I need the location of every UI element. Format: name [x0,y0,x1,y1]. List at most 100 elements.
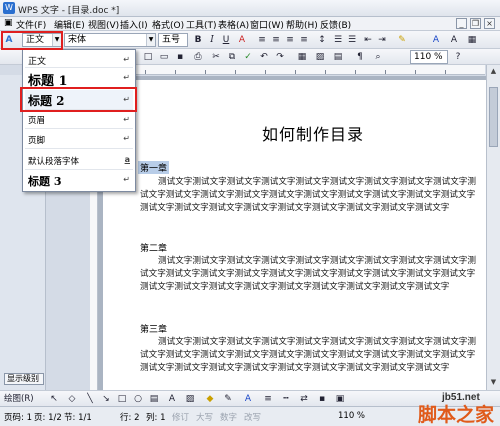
chapter-body-2[interactable]: 测试文字测试文字测试文字测试文字测试文字测试文字测试文字测试文字测试文字测试文字… [140,255,480,294]
ruler-tick [235,70,236,74]
italic-button[interactable]: I [206,34,218,46]
3d-icon[interactable]: ▣ [334,393,346,405]
minimize-icon[interactable]: _ [456,18,467,29]
dash-style-icon[interactable]: ┅ [280,393,292,405]
chapter-heading-3[interactable]: 第三章 [140,322,167,335]
restore-icon[interactable]: ❐ [470,18,481,29]
status-row: 行: 2 [120,413,140,423]
status-zoom[interactable]: 110 % [338,411,365,421]
shadow-icon[interactable]: ▪ [316,393,328,405]
open-icon[interactable]: ▭ [158,51,170,63]
style-item-normal[interactable]: 正文 ↵ [25,52,133,68]
zoom-combo[interactable]: 110 % [410,50,448,64]
status-revision[interactable]: 修订 [172,411,189,423]
decrease-indent-icon[interactable]: ⇤ [362,34,374,46]
close-icon[interactable]: × [484,18,495,29]
line-color-icon[interactable]: ✎ [222,393,234,405]
arrow-icon[interactable]: ↘ [100,393,112,405]
line-style-icon[interactable]: ≡ [262,393,274,405]
menu-edit[interactable]: 编辑(E) [52,18,87,31]
border-icon[interactable]: ▦ [466,34,478,46]
app-menu-icon[interactable]: ▣ [2,18,15,28]
select-pointer-icon[interactable]: ↖ [48,393,60,405]
ellipse-icon[interactable]: ○ [132,393,144,405]
increase-indent-icon[interactable]: ⇥ [376,34,388,46]
ruler-tick [415,70,416,74]
menu-window[interactable]: 窗口(W) [248,18,286,31]
size-combo[interactable]: 五号 [158,33,188,47]
autoshape-icon[interactable]: ◇ [66,393,78,405]
style-item-heading-3[interactable]: 标题 3 ↵ [25,171,133,190]
style-dropdown-list: 正文 ↵ 标题 1 ↵ 标题 2 ↵ 页眉 ↵ 页脚 ↵ 默认段落字体 a 标题… [22,49,136,192]
ruler-tick [205,70,206,74]
horizontal-ruler[interactable] [135,65,485,75]
insert-picture-icon[interactable]: ▨ [184,393,196,405]
font-color-button[interactable]: A [430,34,442,46]
status-overwrite[interactable]: 改写 [244,411,261,423]
watermark-logo: jb51.net 脚本之家 [418,392,495,426]
wordart-icon[interactable]: A [166,393,178,405]
char-shading-icon[interactable]: A [448,34,460,46]
help-icon[interactable]: ? [452,51,464,63]
fill-color-icon[interactable]: ◆ [204,393,216,405]
menu-feedback[interactable]: 反馈(B) [318,18,353,31]
new-doc-icon[interactable]: □ [142,51,154,63]
align-center-icon[interactable]: ≡ [270,34,282,46]
show-level-button[interactable]: 显示级别 [4,373,44,385]
menu-file[interactable]: 文件(F) [14,18,48,31]
justify-icon[interactable]: ≡ [298,34,310,46]
image-icon[interactable]: ▨ [314,51,326,63]
style-item-footer[interactable]: 页脚 ↵ [25,130,133,149]
line-spacing-icon[interactable]: ↕ [316,34,328,46]
rectangle-icon[interactable]: □ [116,393,128,405]
menu-help[interactable]: 帮助(H) [284,18,320,31]
menu-table[interactable]: 表格(A) [216,18,251,31]
chapter-body-1[interactable]: 测试文字测试文字测试文字测试文字测试文字测试文字测试文字测试文字测试文字测试文字… [140,176,480,215]
font-combo[interactable]: 宋体 ▼ [64,33,156,47]
style-item-label: 正文 [28,57,47,67]
chapter-heading-1[interactable]: 第一章 [138,161,170,174]
chevron-down-icon[interactable]: ▼ [146,34,155,46]
chart-icon[interactable]: ▤ [332,51,344,63]
undo-icon[interactable]: ↶ [258,51,270,63]
menu-bar: ▣ 文件(F) 编辑(E) 视图(V) 插入(I) 格式(O) 工具(T) 表格… [0,17,500,31]
highlight-icon[interactable]: ✎ [396,34,408,46]
align-left-icon[interactable]: ≡ [256,34,268,46]
style-item-heading-1[interactable]: 标题 1 ↵ [25,68,133,89]
vertical-scrollbar[interactable]: ▲ ▼ [486,65,500,390]
style-item-header[interactable]: 页眉 ↵ [25,111,133,129]
textbox-icon[interactable]: ▤ [148,393,160,405]
style-item-label: 默认段落字体 [28,157,80,167]
drawing-menu-button[interactable]: 绘图(R) [4,393,44,405]
align-right-icon[interactable]: ≡ [284,34,296,46]
scroll-up-icon[interactable]: ▲ [488,66,499,77]
menu-insert[interactable]: 插入(I) [118,18,150,31]
table-icon[interactable]: ▦ [296,51,308,63]
chapter-body-3[interactable]: 测试文字测试文字测试文字测试文字测试文字测试文字测试文字测试文字测试文字测试文字… [140,336,480,375]
cut-icon[interactable]: ✂ [210,51,222,63]
show-marks-icon[interactable]: ¶ [354,51,366,63]
numbering-icon[interactable]: ☰ [332,34,344,46]
line-icon[interactable]: ╲ [84,393,96,405]
menu-tools[interactable]: 工具(T) [184,18,219,31]
copy-icon[interactable]: ⧉ [226,51,238,63]
zoom-search-icon[interactable]: ⌕ [372,51,384,63]
menu-format[interactable]: 格式(O) [150,18,186,31]
save-icon[interactable]: ▪ [174,51,186,63]
chapter-heading-2[interactable]: 第二章 [140,241,167,254]
bullets-icon[interactable]: ☰ [346,34,358,46]
style-item-default-paragraph-font[interactable]: 默认段落字体 a [25,150,133,170]
menu-view[interactable]: 视图(V) [86,18,121,31]
underline-button[interactable]: U [220,34,232,46]
scroll-thumb[interactable] [489,87,498,147]
style-item-label: 页脚 [28,136,46,146]
arrow-style-icon[interactable]: ⇄ [298,393,310,405]
format-painter-icon[interactable]: ✓ [242,51,254,63]
redo-icon[interactable]: ↷ [274,51,286,63]
draw-font-color-icon[interactable]: A [242,393,254,405]
print-icon[interactable]: ⎙ [192,51,204,63]
ruler-tick [325,70,326,74]
highlight-heading-2-item [20,87,137,112]
bold-button[interactable]: B [192,34,204,46]
font-color-icon[interactable]: A [236,34,248,46]
